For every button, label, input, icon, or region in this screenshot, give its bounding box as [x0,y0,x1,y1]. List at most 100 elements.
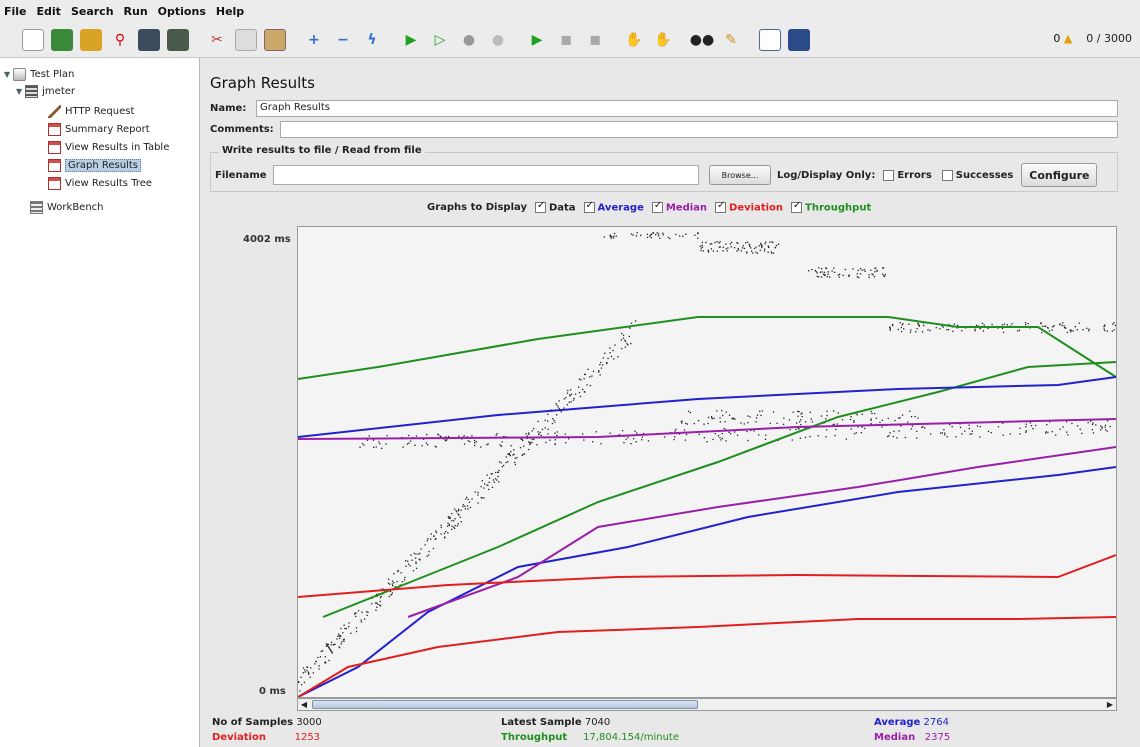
data-point [420,548,422,550]
start-icon[interactable]: ▶ [400,29,422,51]
data-point [552,418,554,420]
new-icon[interactable] [22,28,44,51]
tree-node-jmeter[interactable]: ▼ jmeter [16,83,75,99]
name-field[interactable]: Graph Results [256,100,1118,117]
data-point [971,430,973,432]
average-checkbox[interactable]: Average [583,200,644,214]
horizontal-scrollbar[interactable]: ◀ ▶ [297,698,1117,711]
remote-shutdown-icon[interactable]: ◼ [584,29,606,51]
median-checkbox[interactable]: Median [651,200,707,214]
open-icon[interactable] [80,28,102,51]
function-helper-icon[interactable] [759,28,781,51]
data-point [700,247,702,249]
start-no-pause-icon[interactable]: ▷ [429,29,451,51]
data-point [405,565,407,567]
data-point [899,322,901,324]
tree-node-workbench[interactable]: WorkBench [30,199,104,215]
warning-count[interactable]: 0 ▲ [1053,32,1072,45]
data-point [388,578,390,580]
data-point [298,681,300,683]
copy-icon[interactable] [235,28,257,51]
scroll-right-icon[interactable]: ▶ [1104,699,1116,710]
expand-icon[interactable]: + [303,29,325,51]
tree-toggle-icon[interactable]: ▼ [4,70,10,79]
data-point [685,422,687,425]
data-point [377,603,379,605]
data-point [467,508,469,510]
data-point [940,432,942,434]
comments-field[interactable] [280,121,1118,138]
tree-toggle-icon[interactable]: ▼ [16,87,22,96]
successes-checkbox[interactable]: Successes [941,169,1013,181]
filename-field[interactable] [273,165,699,185]
templates-icon[interactable] [51,28,73,51]
data-point [724,421,726,423]
data-point [348,626,350,628]
tree-node-summary-report[interactable]: Summary Report [48,121,150,137]
toggle-icon[interactable]: ϟ [361,29,383,51]
throughput-checkbox[interactable]: Throughput [791,200,871,214]
data-point [947,329,950,331]
data-point [385,443,387,445]
data-point [910,428,913,430]
data-point [501,466,503,468]
data-point [565,442,567,444]
remote-stop-icon[interactable]: ◼ [555,29,577,51]
tree-node-view-results-tree[interactable]: View Results Tree [48,175,152,191]
menu-file[interactable]: File [4,5,27,18]
tree-node-test-plan[interactable]: ▼ Test Plan [4,66,74,82]
save-icon[interactable] [138,28,160,51]
clear-icon[interactable]: ✋ [623,29,645,51]
tree-node-graph-results[interactable]: Graph Results [48,157,141,173]
shutdown-icon[interactable]: ● [487,29,509,51]
close-icon[interactable]: ⚲ [109,29,131,51]
data-point [367,611,369,613]
data-point [811,268,813,271]
reset-search-icon[interactable]: ✎ [720,29,742,51]
data-point [882,273,884,275]
data-checkbox[interactable]: Data [534,200,576,214]
data-point [792,411,794,413]
scroll-thumb[interactable] [312,700,698,709]
data-point [537,431,539,433]
data-point [876,270,878,272]
y-max-label: 4002 ms [243,234,291,245]
data-point [510,451,512,453]
data-point [1002,434,1004,436]
remote-start-icon[interactable]: ▶ [526,29,548,51]
data-point [864,427,866,430]
configure-button[interactable]: Configure [1021,163,1098,187]
menu-help[interactable]: Help [216,5,244,18]
browse-button[interactable]: Browse... [709,165,771,185]
cut-icon[interactable]: ✂ [206,29,228,51]
deviation-checkbox[interactable]: Deviation [715,200,783,214]
menu-options[interactable]: Options [158,5,206,18]
data-point [299,690,301,692]
data-point [758,245,760,247]
stop-icon[interactable]: ● [458,29,480,51]
data-point [578,391,581,394]
data-point [451,528,453,530]
menu-search[interactable]: Search [71,5,114,18]
menu-run[interactable]: Run [124,5,148,18]
collapse-icon[interactable]: − [332,29,354,51]
clear-all-icon[interactable]: ✋ [652,29,674,51]
paste-icon[interactable] [264,28,286,51]
data-point [375,602,377,604]
tree-node-view-results-table[interactable]: View Results in Table [48,139,169,155]
errors-checkbox[interactable]: Errors [883,169,932,181]
data-point [755,421,757,423]
save-as-icon[interactable] [167,28,189,51]
data-point [1076,425,1079,427]
search-icon[interactable]: ●● [690,29,714,51]
tree-node-http-request[interactable]: HTTP Request [48,103,134,119]
data-point [570,401,572,403]
help-icon[interactable] [788,28,810,51]
data-point [447,525,449,527]
data-point [583,439,585,441]
scroll-left-icon[interactable]: ◀ [298,699,310,710]
data-point [1086,327,1088,329]
data-point [1111,330,1113,332]
data-point [904,436,906,439]
menu-edit[interactable]: Edit [37,5,61,18]
